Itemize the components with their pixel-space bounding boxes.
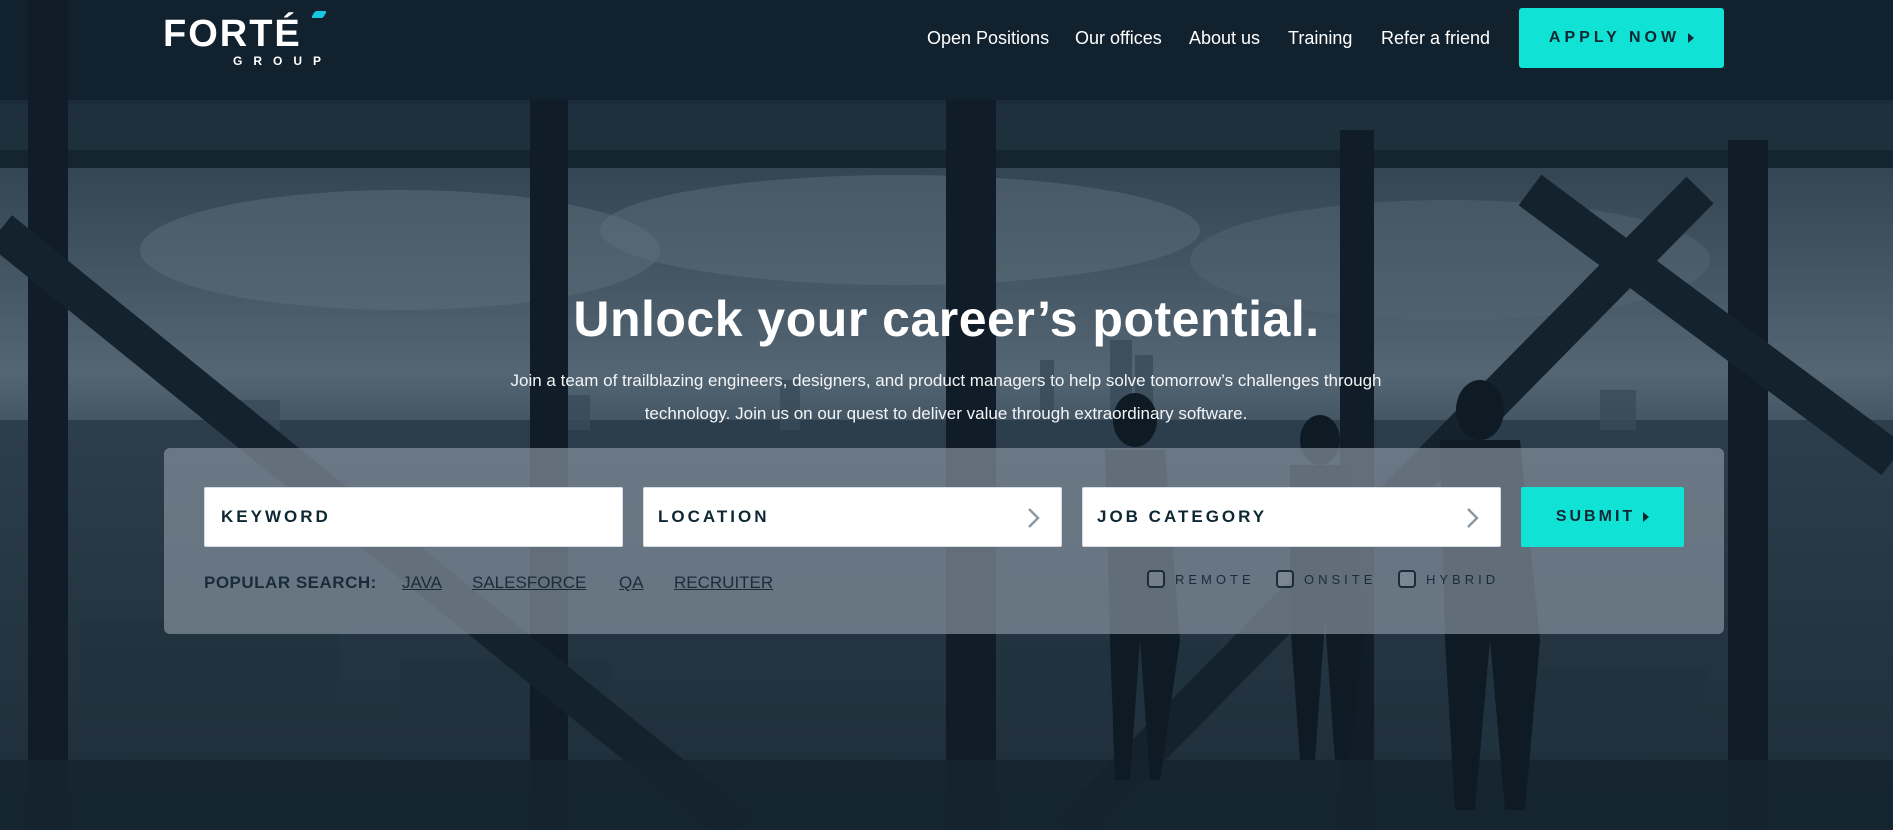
job-category-select[interactable]: JOB CATEGORY	[1082, 487, 1501, 547]
keyword-input[interactable]	[219, 506, 622, 528]
logo-subtext: GROUP	[232, 54, 332, 68]
checkbox-box[interactable]	[1147, 570, 1165, 588]
apply-now-label: APPLY NOW	[1548, 29, 1681, 46]
submit-label: SUBMIT	[1555, 508, 1636, 525]
nav-training[interactable]: Training	[1288, 28, 1352, 49]
hybrid-checkbox-label: HYBRID	[1426, 571, 1500, 587]
logo-wordmark: FORTÉ	[163, 13, 302, 55]
caret-right-icon	[1688, 33, 1695, 43]
nav-refer-a-friend[interactable]: Refer a friend	[1381, 28, 1490, 49]
keyword-field[interactable]	[204, 487, 623, 547]
apply-now-button[interactable]: APPLY NOW	[1519, 8, 1724, 68]
hero-title: Unlock your career’s potential.	[573, 291, 1320, 347]
nav-about-us[interactable]: About us	[1189, 28, 1260, 49]
popular-link-recruiter[interactable]: RECRUITER	[674, 573, 773, 593]
nav-our-offices[interactable]: Our offices	[1075, 28, 1162, 49]
onsite-checkbox-label: ONSITE	[1304, 571, 1377, 587]
location-select-label: LOCATION	[658, 507, 770, 526]
chevron-right-icon	[1028, 508, 1040, 528]
hybrid-checkbox[interactable]: HYBRID	[1398, 570, 1499, 588]
remote-checkbox-label: REMOTE	[1175, 571, 1255, 587]
forte-group-logo[interactable]: FORTÉ GROUP	[163, 11, 338, 70]
popular-link-java[interactable]: JAVA	[402, 573, 442, 593]
location-select[interactable]: LOCATION	[643, 487, 1062, 547]
popular-link-salesforce[interactable]: SALESFORCE	[472, 573, 586, 593]
job-category-select-label: JOB CATEGORY	[1097, 507, 1268, 526]
checkbox-box[interactable]	[1398, 570, 1416, 588]
remote-checkbox[interactable]: REMOTE	[1147, 570, 1255, 588]
caret-right-icon	[1643, 512, 1650, 522]
popular-search-label: POPULAR SEARCH:	[204, 573, 377, 592]
popular-link-qa[interactable]: QA	[619, 573, 644, 593]
checkbox-box[interactable]	[1276, 570, 1294, 588]
logo-accent-mark	[310, 11, 328, 18]
onsite-checkbox[interactable]: ONSITE	[1276, 570, 1376, 588]
hero-subtitle: Join a team of trailblazing engineers, d…	[510, 371, 1382, 423]
submit-button[interactable]: SUBMIT	[1521, 487, 1684, 547]
chevron-right-icon	[1467, 508, 1479, 528]
nav-open-positions[interactable]: Open Positions	[927, 28, 1049, 49]
job-search-panel: LOCATION JOB CATEGORY SUBMIT POPULAR SEA…	[164, 448, 1724, 634]
